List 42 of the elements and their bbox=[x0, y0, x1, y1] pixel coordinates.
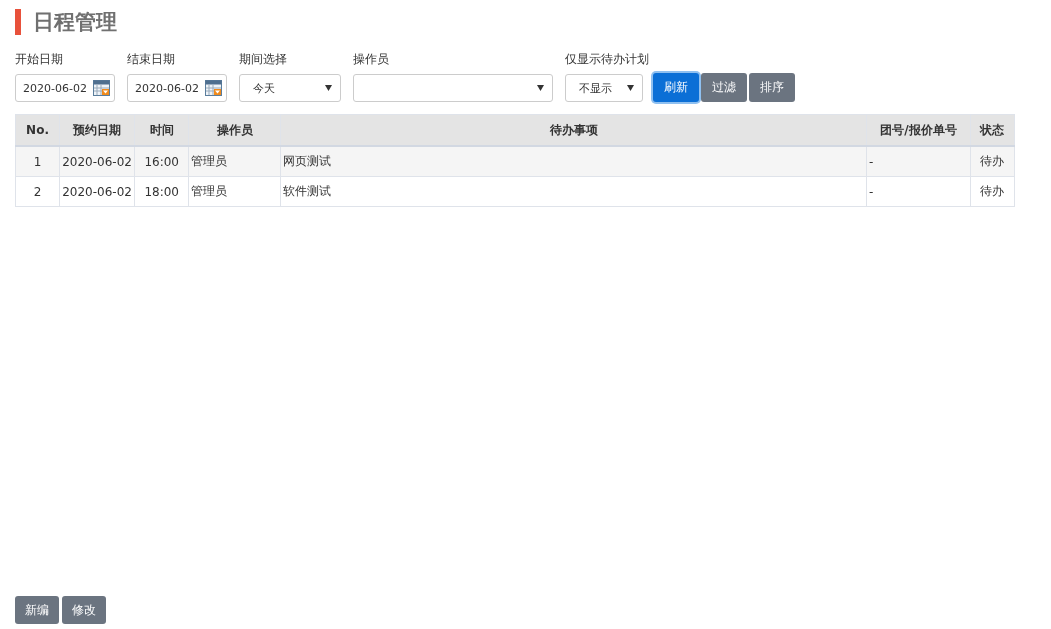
toolbar-button[interactable]: 刷新 bbox=[653, 73, 699, 102]
column-header[interactable]: No. bbox=[15, 114, 60, 146]
column-header[interactable]: 状态 bbox=[970, 114, 1015, 146]
table-cell: - bbox=[866, 146, 971, 177]
dropdown-arrow-icon bbox=[325, 85, 332, 91]
dropdown-field[interactable] bbox=[353, 74, 553, 102]
field-label: 结束日期 bbox=[127, 51, 176, 68]
column-header[interactable]: 时间 bbox=[134, 114, 189, 146]
action-button[interactable]: 新编 bbox=[15, 596, 59, 624]
table-cell: 2020-06-02 bbox=[59, 146, 135, 177]
column-header[interactable]: 待办事项 bbox=[280, 114, 867, 146]
table-cell: 2 bbox=[15, 176, 60, 207]
toolbar-button[interactable]: 排序 bbox=[749, 73, 795, 102]
table-cell: 网页测试 bbox=[280, 146, 867, 177]
column-header[interactable]: 团号/报价单号 bbox=[866, 114, 971, 146]
column-header[interactable]: 预约日期 bbox=[59, 114, 135, 146]
field-label: 仅显示待办计划 bbox=[565, 51, 649, 68]
dropdown-field[interactable]: 今天 bbox=[239, 74, 341, 102]
table-cell: 管理员 bbox=[188, 176, 281, 207]
table-cell: 管理员 bbox=[188, 146, 281, 177]
dropdown-arrow-icon bbox=[627, 85, 634, 91]
calendar-icon[interactable] bbox=[93, 80, 110, 96]
title-accent-bar bbox=[15, 9, 21, 35]
table-cell: 1 bbox=[15, 146, 60, 177]
date-field[interactable]: 2020-06-02 bbox=[127, 74, 227, 102]
table-cell: 软件测试 bbox=[280, 176, 867, 207]
table-cell: 18:00 bbox=[134, 176, 189, 207]
toolbar-button[interactable]: 过滤 bbox=[701, 73, 747, 102]
action-button[interactable]: 修改 bbox=[62, 596, 106, 624]
field-label: 操作员 bbox=[353, 51, 390, 68]
field-label: 开始日期 bbox=[15, 51, 64, 68]
table-cell: 2020-06-02 bbox=[59, 176, 135, 207]
dropdown-field[interactable]: 不显示 bbox=[565, 74, 643, 102]
column-header[interactable]: 操作员 bbox=[188, 114, 281, 146]
table-cell: - bbox=[866, 176, 971, 207]
table-cell: 待办 bbox=[970, 176, 1015, 207]
date-field[interactable]: 2020-06-02 bbox=[15, 74, 115, 102]
field-label: 期间选择 bbox=[239, 51, 288, 68]
table-cell: 16:00 bbox=[134, 146, 189, 177]
page-title: 日程管理 bbox=[33, 9, 117, 36]
dropdown-arrow-icon bbox=[537, 85, 544, 91]
calendar-icon[interactable] bbox=[205, 80, 222, 96]
